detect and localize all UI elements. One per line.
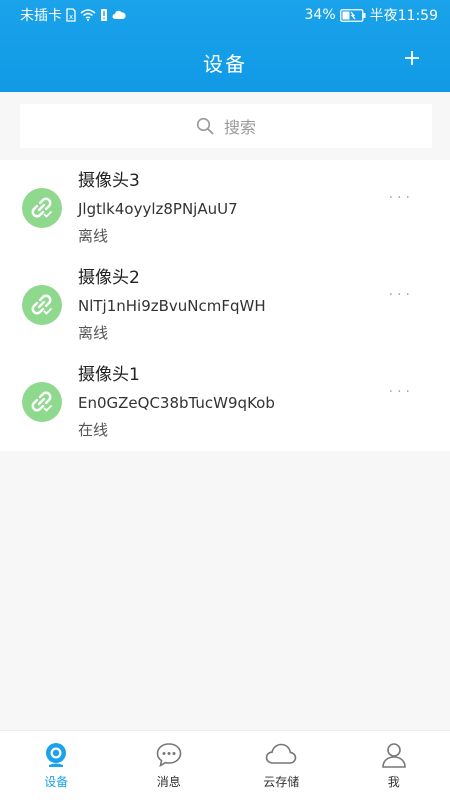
device-avatar [22,382,62,422]
device-status: 在线 [78,421,109,439]
search-box[interactable]: 搜索 [20,104,432,148]
cloud-status-icon [112,10,126,20]
device-status: 离线 [78,324,109,342]
chat-bubble-icon [156,743,182,768]
device-item[interactable]: 摄像头3 Jlgtlk4oyylz8PNjAuU7 离线 ··· [0,160,450,257]
svg-text:x: x [69,13,73,21]
device-list: 摄像头3 Jlgtlk4oyylz8PNjAuU7 离线 ··· 摄像头2 Nl… [0,160,450,451]
nav-messages[interactable]: 消息 [113,741,225,790]
battery-icon [339,8,366,22]
nav-label: 设备 [44,775,69,789]
device-item[interactable]: 摄像头1 En0GZeQC38bTucW9qKob 在线 ··· [0,354,450,451]
cloud-icon [265,743,297,764]
nav-label: 我 [387,775,400,789]
search-icon [196,117,214,135]
device-item[interactable]: 摄像头2 NlTj1nHi9zBvuNcmFqWH 离线 ··· [0,257,450,354]
wifi-icon [80,9,96,21]
device-avatar [22,285,62,325]
link-icon [31,391,53,412]
battery-percent: 34% [304,7,336,23]
more-options-icon[interactable]: ··· [389,190,414,206]
device-uid: NlTj1nHi9zBvuNcmFqWH [78,297,266,315]
device-status: 离线 [78,227,109,245]
more-options-icon[interactable]: ··· [389,287,414,303]
app-header: 未插卡 x 34% 半夜11:59 设备 [0,0,450,92]
bottom-nav: 设备 消息 云存储 我 [0,730,450,800]
device-avatar [22,188,62,228]
link-icon [31,294,53,315]
search-placeholder: 搜索 [223,118,256,137]
device-uid: Jlgtlk4oyylz8PNjAuU7 [78,200,238,218]
nav-cloud-storage[interactable]: 云存储 [225,741,337,790]
link-icon [31,197,53,218]
device-name: 摄像头3 [78,171,140,191]
carrier-text: 未插卡 [20,8,62,24]
sim-icon: x [66,8,76,22]
device-name: 摄像头2 [78,268,140,288]
device-uid: En0GZeQC38bTucW9qKob [78,394,275,412]
more-options-icon[interactable]: ··· [389,384,414,400]
status-bar: 未插卡 x 34% 半夜11:59 [0,0,450,30]
plus-icon [405,51,419,65]
add-device-button[interactable] [398,44,426,72]
nav-label: 消息 [156,775,181,789]
camera-icon [46,743,67,767]
user-icon [381,743,406,768]
page-title: 设备 [203,52,247,76]
nav-devices[interactable]: 设备 [0,741,112,790]
nav-label: 云存储 [263,775,300,789]
clock-text: 半夜11:59 [369,8,438,24]
alert-icon [100,8,108,22]
device-name: 摄像头1 [78,365,140,385]
nav-me[interactable]: 我 [338,741,450,790]
